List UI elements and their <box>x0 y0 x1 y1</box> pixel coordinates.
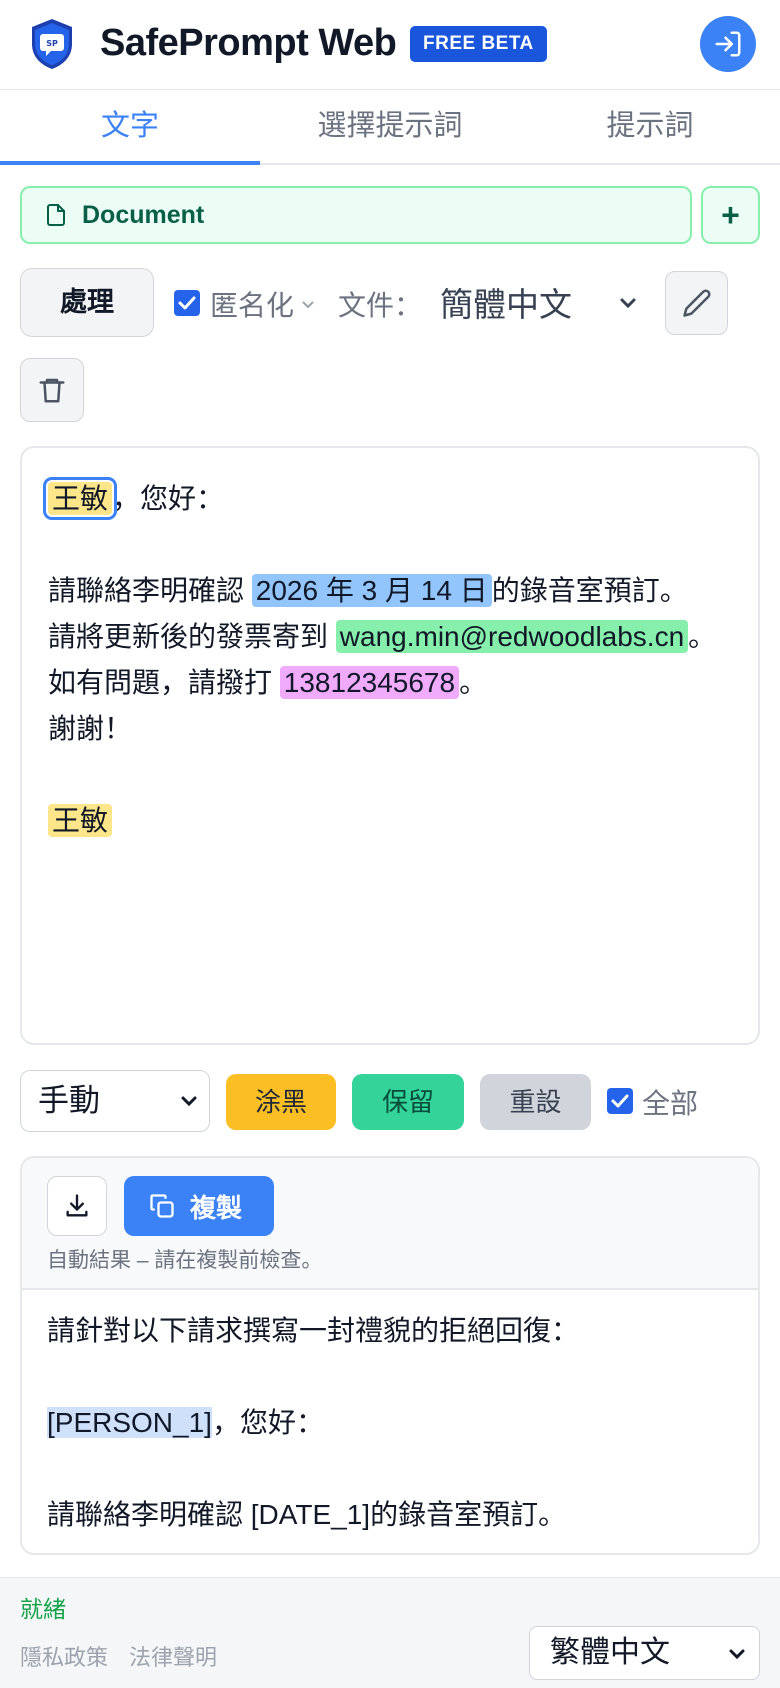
entity-date[interactable]: 2026 年 3 月 14 日 <box>251 574 492 607</box>
beta-badge: FREE BETA <box>410 26 547 62</box>
download-icon <box>66 1194 88 1217</box>
output-text-span: ，您好： <box>211 1407 324 1438</box>
output-panel: 複製 自動結果 – 請在複製前檢查。 請針對以下請求撰寫一封禮貌的拒絕回復： [… <box>20 1156 760 1555</box>
download-button[interactable] <box>47 1176 107 1236</box>
document-chip[interactable]: Document <box>20 186 692 244</box>
chevron-down-icon <box>729 1649 745 1660</box>
tab-text[interactable]: 文字 <box>0 90 260 165</box>
privacy-link[interactable]: 隱私政策 <box>20 1640 108 1672</box>
logo-text: SP <box>46 39 58 48</box>
footer: 就緒 隱私政策 法律聲明 繁體中文 <box>0 1577 780 1688</box>
editor-line: 王敏 ，您好： <box>42 476 758 522</box>
editor-line: 請將更新後的發票寄到 wang.min@redwoodlabs.cn。 <box>48 614 758 660</box>
ui-language-value: 繁體中文 <box>550 1636 670 1669</box>
file-language-select[interactable]: 簡體中文 <box>440 278 640 328</box>
all-label: 全部 <box>642 1088 699 1119</box>
reset-button[interactable]: 重設 <box>480 1074 591 1130</box>
entity-person-selected[interactable]: 王敏 <box>42 477 118 520</box>
editor-text: 。 <box>459 667 488 698</box>
ui-language-select[interactable]: 繁體中文 <box>529 1626 760 1680</box>
file-icon <box>47 204 65 226</box>
document-label: Document <box>82 200 205 229</box>
editor-text: 的錄音室預訂。 <box>491 575 688 606</box>
auto-result-note: 自動結果 – 請在複製前檢查。 <box>47 1249 323 1272</box>
add-document-button[interactable]: + <box>701 186 760 244</box>
editor-line: 謝謝！ <box>48 713 133 744</box>
shield-logo-icon: SP <box>32 19 72 69</box>
tab-prompts[interactable]: 提示詞 <box>520 90 780 163</box>
text-editor[interactable]: 王敏 ，您好： 請聯絡李明確認 2026 年 3 月 14 日的錄音室預訂。 請將… <box>20 446 760 1045</box>
pencil-icon <box>682 289 711 317</box>
output-line: 請針對以下請求撰寫一封禮貌的拒絕回復： <box>47 1315 580 1346</box>
anonymize-checkbox[interactable] <box>174 290 200 316</box>
output-line: [PERSON_1]，您好： <box>47 1400 579 1446</box>
mode-value: 手動 <box>38 1083 100 1118</box>
editor-text: 。 <box>688 621 717 652</box>
entity-phone[interactable]: 13812345678 <box>279 666 460 699</box>
redact-button[interactable]: 涂黑 <box>226 1074 336 1130</box>
check-icon <box>178 296 196 310</box>
editor-line: 如有問題，請撥打 13812345678。 <box>48 660 758 706</box>
copy-label: 複製 <box>190 1192 243 1223</box>
check-icon <box>611 1094 629 1108</box>
keep-button[interactable]: 保留 <box>352 1074 464 1130</box>
editor-text: ，您好： <box>112 483 225 514</box>
main-tabs: 文字 選擇提示詞 提示詞 <box>0 90 780 165</box>
status-text: 就緒 <box>20 1596 66 1622</box>
copy-button[interactable]: 複製 <box>124 1176 274 1236</box>
login-icon <box>715 31 741 57</box>
anonymize-label: 匿名化 <box>210 290 295 321</box>
editor-text: 如有問題，請撥打 <box>48 667 280 698</box>
entity-email[interactable]: wang.min@redwoodlabs.cn <box>335 620 689 653</box>
mode-select[interactable]: 手動 <box>20 1070 210 1132</box>
all-checkbox[interactable] <box>607 1088 633 1114</box>
output-toolbar: 複製 自動結果 – 請在複製前檢查。 <box>22 1158 758 1290</box>
legal-link[interactable]: 法律聲明 <box>129 1640 217 1672</box>
editor-line: 王敏 <box>48 798 758 844</box>
output-line: 請聯絡李明確認 [DATE_1]的錄音室預訂。 <box>47 1499 567 1530</box>
app-title: SafePrompt Web <box>100 22 397 64</box>
process-button[interactable]: 處理 <box>20 268 154 337</box>
file-language-label: 文件： <box>338 290 423 321</box>
delete-button[interactable] <box>20 358 84 422</box>
chevron-down-icon <box>620 298 636 309</box>
entity-person[interactable]: 王敏 <box>48 804 113 837</box>
edit-button[interactable] <box>665 271 728 335</box>
chevron-down-icon[interactable] <box>298 294 318 314</box>
editor-line: 請聯絡李明確認 2026 年 3 月 14 日的錄音室預訂。 <box>48 568 758 614</box>
editor-text: 請聯絡李明確認 <box>48 575 252 606</box>
app-header: SP SafePrompt Web FREE BETA <box>0 0 780 90</box>
placeholder-token: [PERSON_1] <box>47 1407 212 1438</box>
chevron-down-icon <box>181 1096 197 1107</box>
trash-icon <box>39 378 65 403</box>
editor-text: 請將更新後的發票寄到 <box>48 621 336 652</box>
login-button[interactable] <box>700 16 756 72</box>
copy-icon <box>150 1194 174 1218</box>
output-text: 請針對以下請求撰寫一封禮貌的拒絕回復： [PERSON_1]，您好： 請聯絡李明… <box>47 1308 579 1538</box>
tab-select-prompt[interactable]: 選擇提示詞 <box>260 90 520 163</box>
